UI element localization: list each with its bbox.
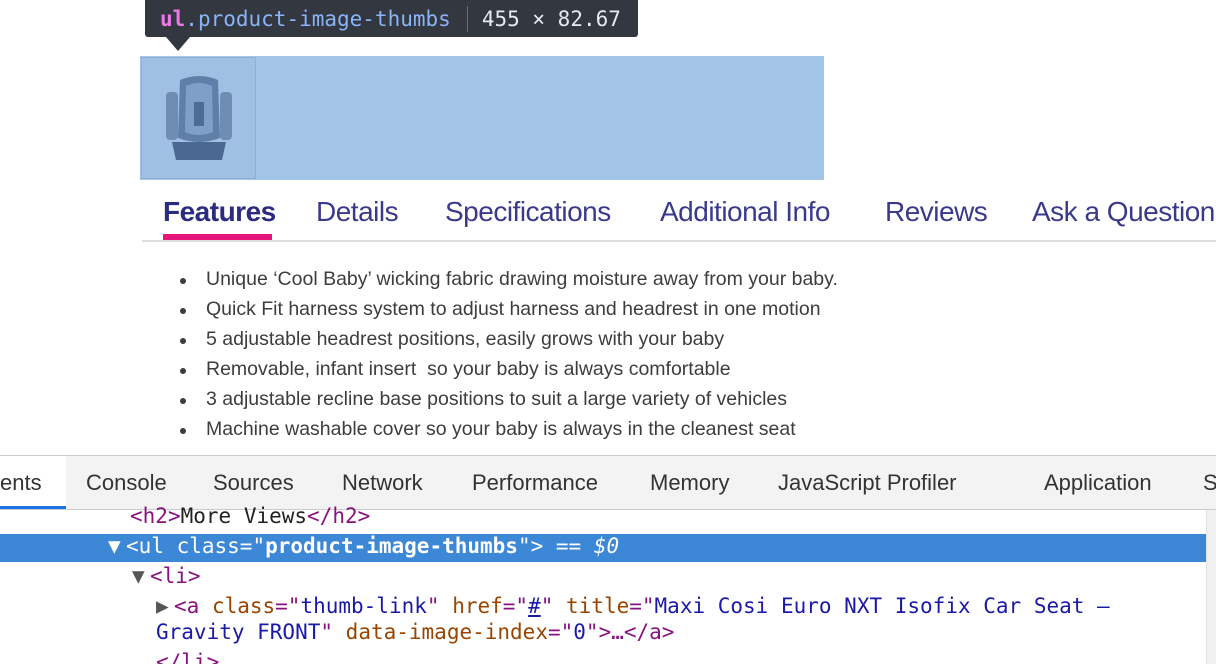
tab-elements[interactable]: ents — [0, 470, 42, 496]
tooltip-class-name: .product-image-thumbs — [185, 6, 451, 31]
tooltip-tag-name: ul — [160, 6, 186, 31]
tooltip-separator — [466, 5, 468, 32]
tooltip-dimensions: 455 × 82.67 — [481, 6, 621, 31]
dom-node-h2[interactable]: <h2>More Views</h2> — [130, 504, 1216, 532]
dom-node-a-continued: Gravity FRONT" data-image-index="0">…</a… — [156, 620, 675, 644]
href-link[interactable]: # — [528, 594, 541, 618]
car-seat-image — [166, 76, 232, 160]
tab-network[interactable]: Network — [342, 470, 423, 496]
tab-ask-a-question[interactable]: Ask a Question — [1032, 196, 1215, 228]
tab-javascript-profiler[interactable]: JavaScript Profiler — [778, 470, 957, 496]
inspector-tooltip: ul .product-image-thumbs 455 × 82.67 — [145, 0, 638, 37]
elements-scrollbar[interactable] — [1206, 510, 1216, 664]
list-item: 5 adjustable headrest positions, easily … — [180, 326, 838, 356]
selected-tab-indicator — [0, 506, 66, 509]
dom-node-li-close[interactable]: </li> — [156, 650, 1216, 664]
dom-node-a[interactable]: ▶ <a class="thumb-link" href="#" title="M… — [156, 594, 1216, 622]
tab-features[interactable]: Features — [163, 196, 276, 228]
tab-additional-info[interactable]: Additional Info — [660, 196, 830, 228]
list-item: 3 adjustable recline base positions to s… — [180, 386, 838, 416]
tab-console[interactable]: Console — [86, 470, 167, 496]
elements-tree: <h2>More Views</h2> ▼ <ul class="product-… — [0, 504, 1216, 664]
tooltip-arrow — [166, 37, 190, 51]
product-thumbnail[interactable] — [141, 57, 256, 179]
devtools-panel: ents Console Sources Network Performance… — [0, 455, 1216, 664]
expand-triangle-icon[interactable]: ▼ — [132, 564, 150, 588]
dom-node-li[interactable]: ▼ <li> — [132, 564, 1216, 592]
tab-details[interactable]: Details — [316, 196, 399, 228]
list-item: Removable, infant insert so your baby is… — [180, 356, 838, 386]
list-item: Machine washable cover so your baby is a… — [180, 416, 838, 446]
list-item: Unique ‘Cool Baby’ wicking fabric drawin… — [180, 266, 838, 296]
expand-triangle-icon[interactable]: ▼ — [108, 534, 126, 558]
product-tabs: Features Details Specifications Addition… — [142, 180, 1216, 242]
active-tab-indicator — [163, 234, 272, 240]
tab-overflow[interactable]: S — [1203, 470, 1216, 496]
tab-sources[interactable]: Sources — [213, 470, 294, 496]
features-list: Unique ‘Cool Baby’ wicking fabric drawin… — [180, 266, 838, 446]
dom-node-ul-selected[interactable]: ▼ <ul class="product-image-thumbs"> == $0 — [0, 534, 1206, 562]
tab-application[interactable]: Application — [1044, 470, 1152, 496]
tab-performance[interactable]: Performance — [472, 470, 598, 496]
devtools-tabbar: ents Console Sources Network Performance… — [0, 456, 1216, 510]
tab-memory[interactable]: Memory — [650, 470, 729, 496]
tab-reviews[interactable]: Reviews — [885, 196, 988, 228]
list-item: Quick Fit harness system to adjust harne… — [180, 296, 838, 326]
tab-specifications[interactable]: Specifications — [445, 196, 611, 228]
collapse-triangle-icon[interactable]: ▶ — [156, 594, 174, 618]
